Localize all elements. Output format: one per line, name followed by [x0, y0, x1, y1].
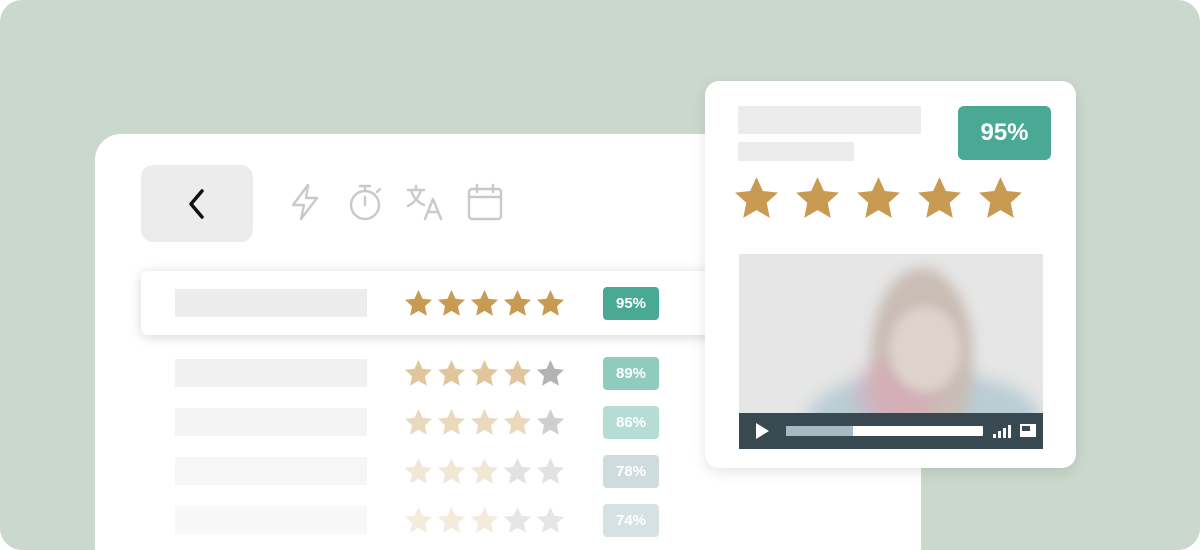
star-rating [403, 358, 566, 389]
star-icon [536, 359, 565, 386]
star-icon [404, 408, 433, 435]
video-controls [739, 413, 1043, 449]
subtitle-placeholder-bar [738, 142, 854, 161]
star-rating [403, 456, 566, 487]
score-badge: 89% [603, 356, 659, 390]
lightning-icon[interactable] [285, 182, 325, 222]
star-icon [404, 359, 433, 386]
star-icon [503, 408, 532, 435]
calendar-icon[interactable] [465, 182, 505, 222]
video-progress-bar[interactable] [786, 426, 983, 436]
fullscreen-icon[interactable] [1020, 424, 1036, 437]
app-stage: 95% 89% 86% 78% 74% 95% [0, 0, 1200, 550]
name-placeholder-bar [175, 289, 367, 317]
stopwatch-icon[interactable] [345, 182, 385, 222]
star-icon [979, 177, 1022, 218]
star-icon [470, 289, 499, 316]
score-badge: 95% [958, 106, 1051, 160]
star-icon [503, 506, 532, 533]
star-icon [404, 506, 433, 533]
star-icon [796, 177, 839, 218]
chevron-left-icon [189, 188, 204, 219]
score-badge: 95% [603, 286, 659, 320]
play-icon[interactable] [753, 422, 771, 440]
score-badge: 78% [603, 454, 659, 488]
star-icon [404, 457, 433, 484]
video-progress-fill [786, 426, 853, 436]
score-badge: 74% [603, 503, 659, 537]
star-icon [503, 457, 532, 484]
star-icon [918, 177, 961, 218]
back-button[interactable] [141, 165, 253, 242]
name-placeholder-bar [175, 359, 367, 387]
star-icon [470, 457, 499, 484]
video-player[interactable] [739, 254, 1043, 449]
star-icon [735, 177, 778, 218]
volume-icon[interactable] [993, 424, 1013, 438]
name-placeholder-bar [175, 457, 367, 485]
review-detail-card: 95% [705, 81, 1076, 468]
star-icon [404, 289, 433, 316]
star-icon [470, 506, 499, 533]
name-placeholder-bar [175, 408, 367, 436]
star-rating [403, 288, 566, 319]
rating-row[interactable]: 74% [141, 489, 741, 550]
star-icon [470, 408, 499, 435]
translate-icon[interactable] [405, 182, 445, 222]
rating-row-selected[interactable]: 95% [141, 271, 761, 335]
star-rating [732, 174, 1025, 223]
video-frame-face [889, 306, 961, 392]
name-placeholder-bar [175, 506, 367, 534]
star-icon [503, 289, 532, 316]
star-icon [437, 506, 466, 533]
star-icon [470, 359, 499, 386]
score-badge: 86% [603, 405, 659, 439]
toolbar-icons [285, 182, 505, 222]
star-icon [536, 457, 565, 484]
star-icon [437, 408, 466, 435]
star-icon [437, 457, 466, 484]
title-placeholder-bar [738, 106, 921, 134]
star-icon [437, 359, 466, 386]
star-icon [503, 359, 532, 386]
star-icon [536, 408, 565, 435]
star-icon [437, 289, 466, 316]
star-rating [403, 407, 566, 438]
star-rating [403, 505, 566, 536]
star-icon [857, 177, 900, 218]
star-icon [536, 506, 565, 533]
star-icon [536, 289, 565, 316]
